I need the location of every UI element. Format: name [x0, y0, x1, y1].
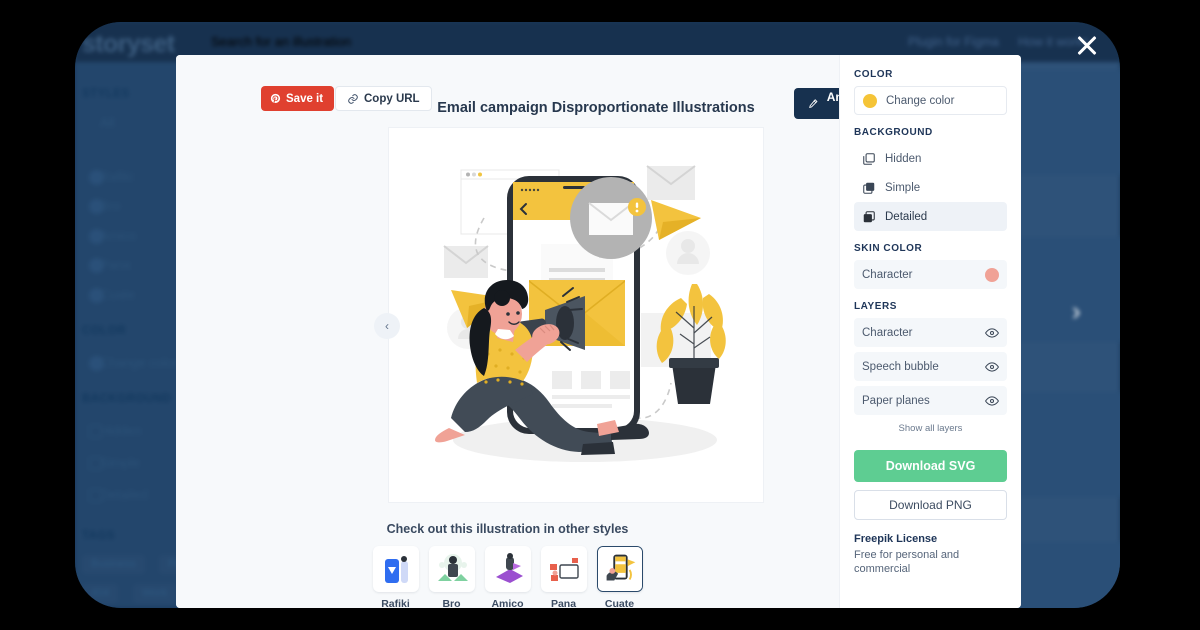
skin-color-character-label: Character	[862, 268, 913, 281]
background-option-detailed-label: Detailed	[885, 210, 928, 223]
page-title: Email campaign Disproportionate Illustra…	[437, 100, 755, 116]
change-color-button[interactable]: Change color	[854, 86, 1007, 115]
bg-style-all[interactable]: All	[100, 115, 114, 130]
save-button[interactable]: Save it	[261, 86, 335, 111]
background-option-simple-label: Simple	[885, 181, 921, 194]
show-all-layers-link[interactable]: Show all layers	[854, 423, 1007, 434]
email-campaign-illustration	[435, 165, 726, 462]
options-panel: COLOR Change color BACKGROUND Hidden Sim…	[839, 55, 1021, 608]
modal-toolbar: Save it Copy URL Email campaign Dispropo…	[176, 55, 890, 119]
bg-style-pana[interactable]: Pana	[100, 257, 130, 272]
layers-detailed-icon	[863, 210, 875, 222]
search-input[interactable]: Search for an illustration	[211, 34, 351, 49]
bg-bg-detailed[interactable]: Detailed	[100, 487, 148, 502]
bg-color-header: COLOR	[82, 325, 127, 337]
bro-thumb-icon	[429, 547, 474, 591]
style-thumb-bro-label: Bro	[442, 598, 461, 608]
style-thumb-pana-image[interactable]	[540, 546, 587, 592]
style-thumb-cuate-label: Cuate	[604, 598, 635, 608]
style-thumb-bro[interactable]: Bro	[428, 546, 475, 608]
skin-swatch-icon[interactable]	[985, 267, 999, 282]
style-thumb-rafiki-image[interactable]	[372, 546, 419, 592]
bg-tag-business[interactable]: Business	[82, 555, 145, 574]
illustration-canvas	[388, 127, 764, 503]
background-option-detailed[interactable]: Detailed	[854, 202, 1007, 231]
bg-tag-work[interactable]: Work	[133, 584, 177, 603]
bg-result-card-3[interactable]	[1005, 392, 1120, 497]
bg-change-color[interactable]: Change color	[100, 355, 177, 370]
bg-style-cuate[interactable]: Cuate	[100, 287, 135, 302]
layer-row-speech-bubble[interactable]: Speech bubble	[854, 352, 1007, 381]
pinterest-icon	[270, 93, 281, 103]
bg-style-bro[interactable]: Bro	[100, 198, 120, 213]
background-header: BACKGROUND	[854, 127, 933, 138]
bg-result-card-2[interactable]	[1005, 237, 1120, 342]
other-styles-list: Rafiki Bro Amico Pana Cuate	[176, 546, 839, 608]
bg-style-amico[interactable]: Amico	[100, 228, 136, 243]
app-frame: storyset Search for an illustration Plug…	[75, 22, 1120, 608]
cuate-thumb-icon	[597, 547, 642, 591]
background-option-simple[interactable]: Simple	[854, 173, 1007, 202]
bg-styles-header: STYLES	[82, 88, 130, 100]
layer-row-paper-planes[interactable]: Paper planes	[854, 386, 1007, 415]
style-thumb-cuate-image[interactable]	[596, 546, 643, 592]
modal-left-pane: Save it Copy URL Email campaign Dispropo…	[176, 55, 890, 608]
bg-bg-simple[interactable]: Simple	[100, 455, 140, 470]
download-svg-button[interactable]: Download SVG	[854, 450, 1007, 482]
eye-icon[interactable]	[985, 326, 999, 340]
layer-speech-bubble-label: Speech bubble	[862, 360, 939, 373]
layers-hidden-icon	[863, 152, 875, 165]
bg-background-header: BACKGROUND	[82, 393, 172, 405]
skin-color-header: SKIN COLOR	[854, 243, 923, 254]
rafiki-thumb-icon	[373, 547, 418, 591]
color-swatch-icon	[863, 93, 877, 108]
style-thumb-amico[interactable]: Amico	[484, 546, 531, 608]
style-thumb-pana-label: Pana	[550, 598, 577, 608]
nav-plugin-for-figma[interactable]: Plugin for Figma	[908, 35, 999, 49]
save-button-label: Save it	[286, 92, 324, 105]
other-styles-title: Check out this illustration in other sty…	[386, 522, 629, 536]
style-thumb-amico-image[interactable]	[484, 546, 531, 592]
storyset-logo[interactable]: storyset	[82, 30, 175, 59]
layer-paper-planes-label: Paper planes	[862, 394, 930, 407]
style-thumb-cuate[interactable]: Cuate	[596, 546, 643, 608]
eye-icon[interactable]	[985, 394, 999, 408]
license-title: Freepik License	[854, 533, 938, 545]
license-text: Free for personal and commercial	[854, 549, 960, 575]
bg-style-rafiki[interactable]: Rafiki	[100, 169, 133, 184]
layers-simple-icon	[863, 182, 875, 194]
next-illustration-arrow[interactable]: ›	[1072, 298, 1094, 324]
magic-wand-icon	[809, 99, 818, 109]
color-header: COLOR	[854, 69, 893, 80]
bg-result-card-4[interactable]	[1005, 542, 1120, 608]
layers-header: LAYERS	[854, 301, 897, 312]
bg-result-card-1[interactable]	[1005, 70, 1120, 175]
bg-bg-hidden[interactable]: Hidden	[100, 423, 141, 438]
change-color-label: Change color	[886, 94, 955, 107]
layer-character-label: Character	[862, 326, 913, 339]
style-thumb-rafiki[interactable]: Rafiki	[372, 546, 419, 608]
amico-thumb-icon	[485, 547, 530, 591]
bg-tag-404[interactable]: 404	[82, 584, 119, 603]
style-thumb-bro-image[interactable]	[428, 546, 475, 592]
style-thumb-rafiki-label: Rafiki	[381, 598, 410, 608]
bg-tags-header: TAGS	[82, 530, 116, 542]
layer-row-character[interactable]: Character	[854, 318, 1007, 347]
background-option-hidden[interactable]: Hidden	[854, 144, 1007, 173]
style-thumb-pana[interactable]: Pana	[540, 546, 587, 608]
background-option-hidden-label: Hidden	[885, 152, 922, 165]
download-png-button[interactable]: Download PNG	[854, 490, 1007, 520]
pana-thumb-icon	[541, 547, 586, 591]
style-thumb-amico-label: Amico	[491, 598, 524, 608]
eye-icon[interactable]	[985, 360, 999, 374]
skin-color-character-row[interactable]: Character	[854, 260, 1007, 289]
close-icon[interactable]	[1074, 32, 1100, 58]
illustration-detail-modal: Save it Copy URL Email campaign Dispropo…	[176, 55, 1021, 608]
chevron-left-icon[interactable]: ‹	[374, 313, 400, 339]
